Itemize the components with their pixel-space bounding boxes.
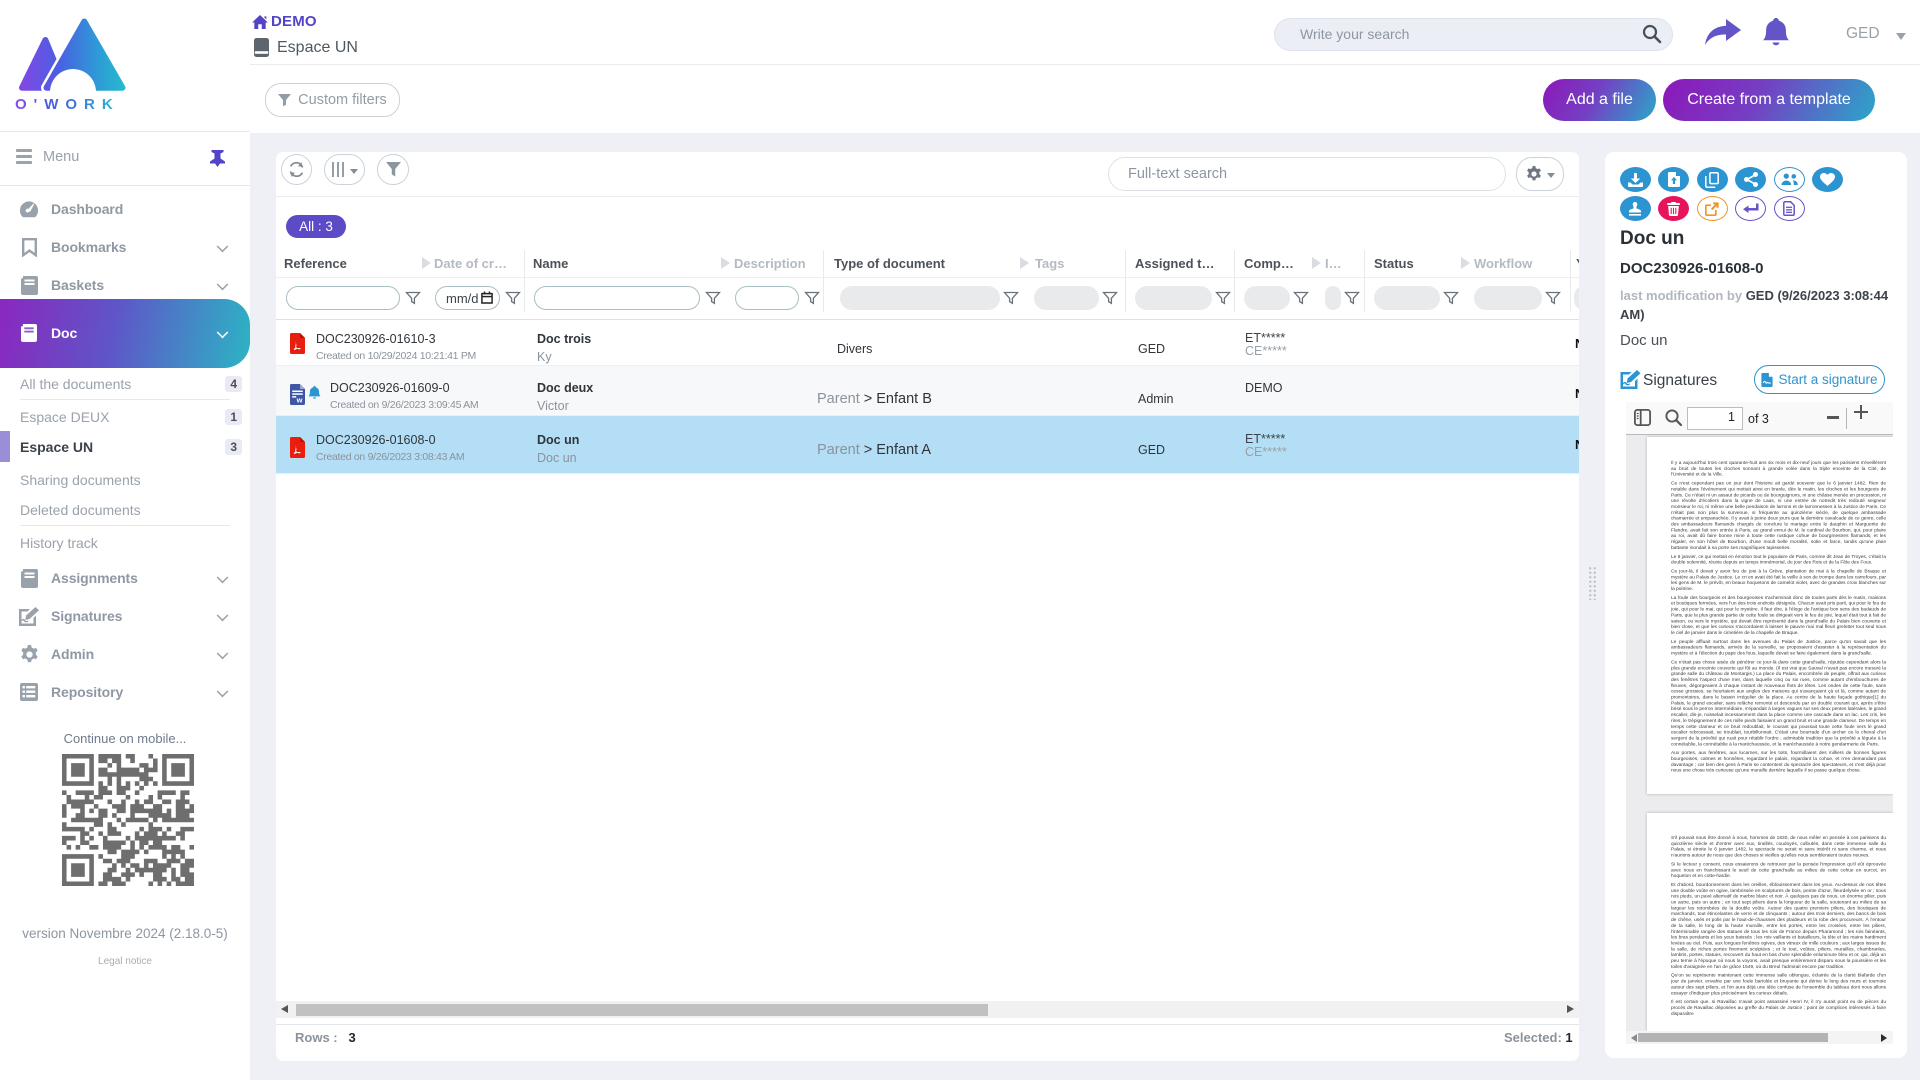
svg-text:w: w: [296, 396, 303, 405]
